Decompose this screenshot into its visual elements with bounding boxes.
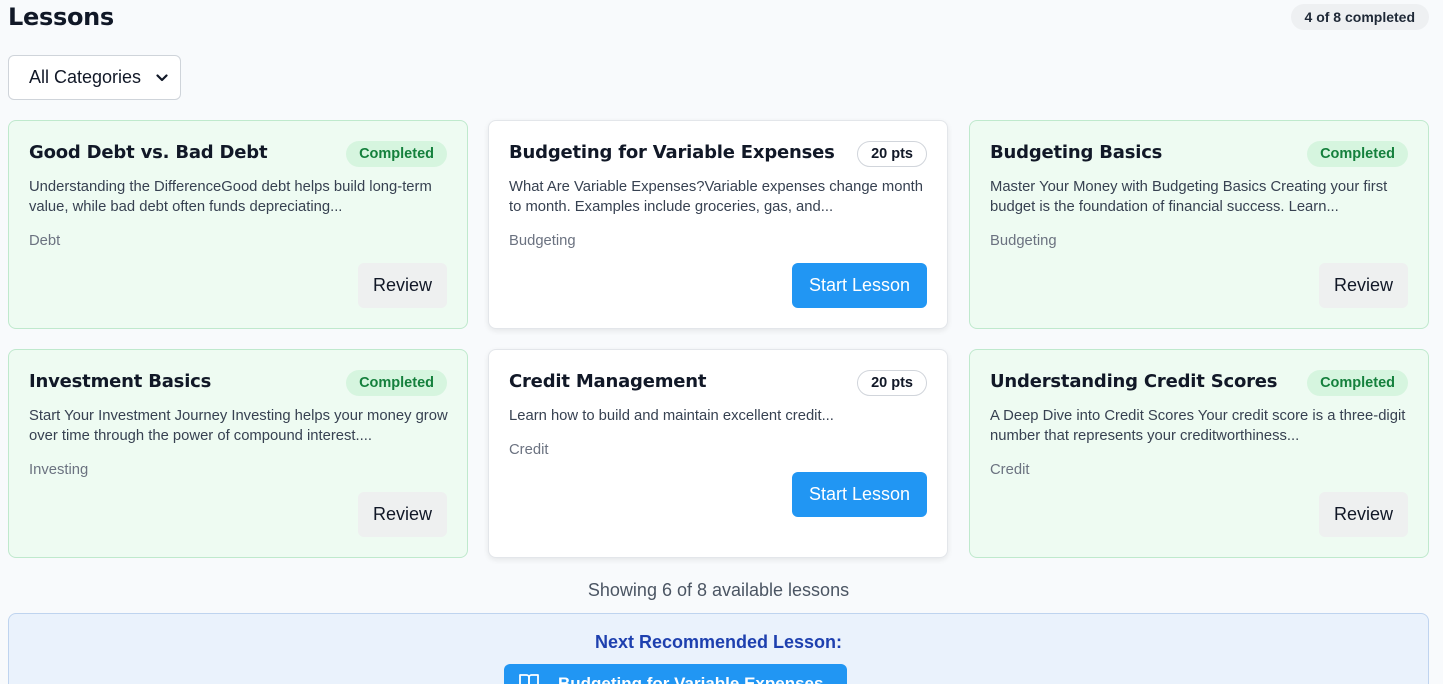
review-button[interactable]: Review <box>1319 263 1408 308</box>
lesson-category: Debt <box>29 233 61 249</box>
status-badge: Completed <box>1307 370 1408 396</box>
showing-count: Showing 6 of 8 available lessons <box>587 580 850 600</box>
lesson-category: Credit <box>509 442 549 458</box>
recommended-lesson-button[interactable]: Budgeting for Variable Expenses <box>504 664 847 684</box>
recommendation-panel: Next Recommended Lesson: Budgeting for V… <box>8 613 1429 684</box>
lesson-description: Understanding the DifferenceGood debt he… <box>29 179 432 215</box>
lesson-description: Start Your Investment Journey Investing … <box>29 408 448 444</box>
lesson-category: Investing <box>29 462 89 478</box>
category-select[interactable]: All Categories <box>8 55 181 100</box>
review-button[interactable]: Review <box>1319 492 1408 537</box>
lesson-category: Credit <box>990 462 1030 478</box>
lesson-card: Understanding Credit Scores Completed A … <box>969 349 1429 558</box>
lesson-title: Budgeting for Variable Expenses <box>509 142 835 163</box>
status-badge: Completed <box>1307 141 1408 167</box>
lesson-title: Investment Basics <box>29 371 212 392</box>
lesson-card: Credit Management 20 pts Learn how to bu… <box>488 349 948 558</box>
lesson-category: Budgeting <box>990 233 1057 249</box>
status-badge: Completed <box>346 141 447 167</box>
review-button[interactable]: Review <box>358 492 447 537</box>
lesson-description: Master Your Money with Budgeting Basics … <box>990 179 1388 215</box>
start-lesson-button[interactable]: Start Lesson <box>792 263 927 308</box>
progress-badge: 4 of 8 completed <box>1290 4 1429 30</box>
page-title: Lessons <box>8 3 114 31</box>
lesson-card: Good Debt vs. Bad Debt Completed Underst… <box>8 120 468 329</box>
lesson-card: Budgeting for Variable Expenses 20 pts W… <box>488 120 948 329</box>
start-lesson-button[interactable]: Start Lesson <box>792 472 927 517</box>
recommended-lesson-label: Budgeting for Variable Expenses <box>558 674 824 684</box>
lesson-card: Budgeting Basics Completed Master Your M… <box>969 120 1429 329</box>
lesson-title: Budgeting Basics <box>990 142 1163 163</box>
points-badge: 20 pts <box>857 141 927 167</box>
recommendation-label: Next Recommended Lesson: <box>594 632 843 652</box>
lesson-title: Good Debt vs. Bad Debt <box>29 142 268 163</box>
lesson-description: What Are Variable Expenses?Variable expe… <box>509 179 924 215</box>
lesson-title: Credit Management <box>509 371 707 392</box>
lesson-card: Investment Basics Completed Start Your I… <box>8 349 468 558</box>
lesson-description: Learn how to build and maintain excellen… <box>509 408 834 424</box>
review-button[interactable]: Review <box>358 263 447 308</box>
lesson-description: A Deep Dive into Credit Scores Your cred… <box>990 408 1406 444</box>
status-badge: Completed <box>346 370 447 396</box>
category-select-value: All Categories <box>29 67 142 87</box>
points-badge: 20 pts <box>857 370 927 396</box>
chevron-down-icon <box>156 73 168 82</box>
lessons-page: Lessons 4 of 8 completed All Categories … <box>0 0 1443 684</box>
book-icon <box>518 673 540 684</box>
lesson-category: Budgeting <box>509 233 576 249</box>
lesson-title: Understanding Credit Scores <box>990 371 1278 392</box>
